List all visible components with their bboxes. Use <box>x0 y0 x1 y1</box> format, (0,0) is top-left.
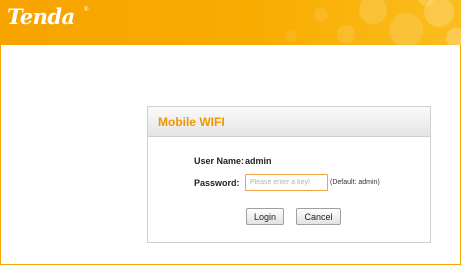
login-panel: Mobile WIFI User Name: admin Password: (… <box>147 106 431 243</box>
tenda-logo: Tenda <box>7 4 75 29</box>
header-banner: Tenda ® <box>1 0 461 45</box>
registered-mark: ® <box>84 7 89 13</box>
cancel-button[interactable]: Cancel <box>296 208 341 225</box>
password-label: Password: <box>194 178 240 188</box>
login-panel-title: Mobile WIFI <box>158 115 225 129</box>
login-button[interactable]: Login <box>246 208 284 225</box>
password-default-hint: (Default: admin) <box>330 179 380 186</box>
password-input[interactable] <box>245 174 328 191</box>
username-value: admin <box>245 156 272 166</box>
username-label: User Name: <box>194 156 245 166</box>
